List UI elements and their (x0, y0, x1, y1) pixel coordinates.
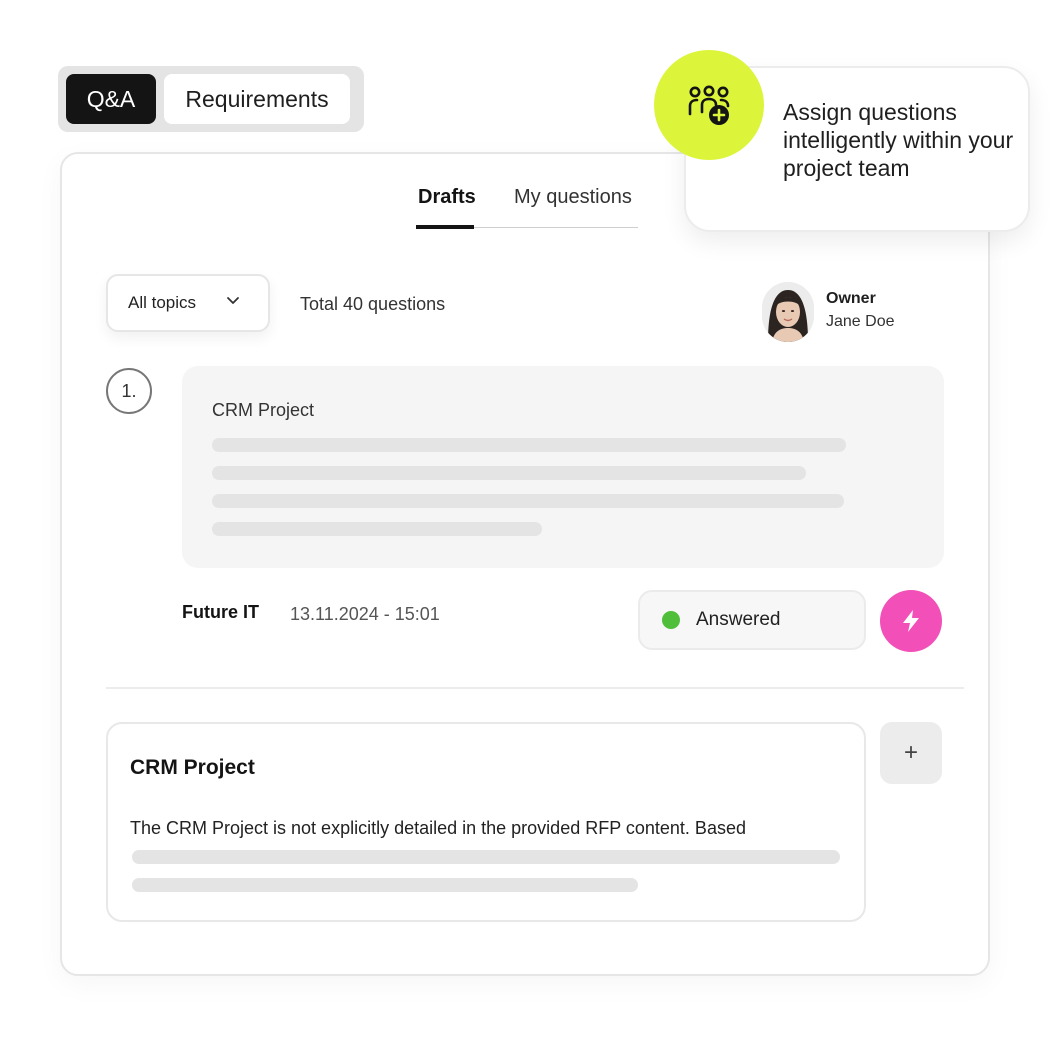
auto-answer-button[interactable] (880, 590, 942, 652)
callout-text: Assign questions intelligently within yo… (783, 99, 1014, 181)
tab-drafts[interactable]: Drafts (418, 182, 476, 212)
question-datetime: 13.11.2024 - 15:01 (290, 604, 440, 624)
answer-title: CRM Project (130, 756, 255, 779)
owner-role: Owner (826, 290, 876, 307)
answer-card: CRM Project The CRM Project is not expli… (106, 722, 866, 922)
owner-name: Jane Doe (826, 313, 895, 330)
question-title: CRM Project (212, 400, 315, 420)
lightning-icon (903, 610, 919, 632)
text-placeholder-line (212, 438, 846, 452)
owner-avatar (762, 282, 814, 342)
status-badge[interactable]: Answered (638, 590, 866, 650)
top-tab-switcher: Q&A Requirements (58, 66, 364, 132)
chevron-down-icon (227, 297, 239, 304)
active-tab-underline (416, 225, 474, 229)
tab-requirements[interactable]: Requirements (164, 74, 350, 124)
tab-my-questions[interactable]: My questions (514, 182, 632, 212)
status-label: Answered (696, 609, 781, 630)
divider (106, 687, 964, 689)
total-questions: Total 40 questions (300, 294, 446, 314)
question-box: CRM Project (182, 366, 944, 568)
question-number: 1. (106, 368, 152, 414)
tab-qa[interactable]: Q&A (66, 74, 156, 124)
status-dot-icon (662, 611, 680, 629)
question-company: Future IT (182, 602, 259, 622)
text-placeholder-line (212, 466, 806, 480)
answer-text: The CRM Project is not explicitly detail… (130, 818, 746, 838)
add-answer-button[interactable]: + (880, 722, 942, 784)
text-placeholder-line (132, 850, 840, 864)
team-add-icon (654, 50, 764, 160)
text-placeholder-line (132, 878, 638, 892)
qa-card: Drafts My questions All topics Total 40 … (60, 152, 990, 976)
sub-tabs: Drafts My questions (416, 182, 638, 229)
topics-dropdown-label: All topics (128, 293, 197, 312)
text-placeholder-line (212, 494, 844, 508)
topics-dropdown[interactable]: All topics (106, 274, 270, 332)
text-placeholder-line (212, 522, 542, 536)
